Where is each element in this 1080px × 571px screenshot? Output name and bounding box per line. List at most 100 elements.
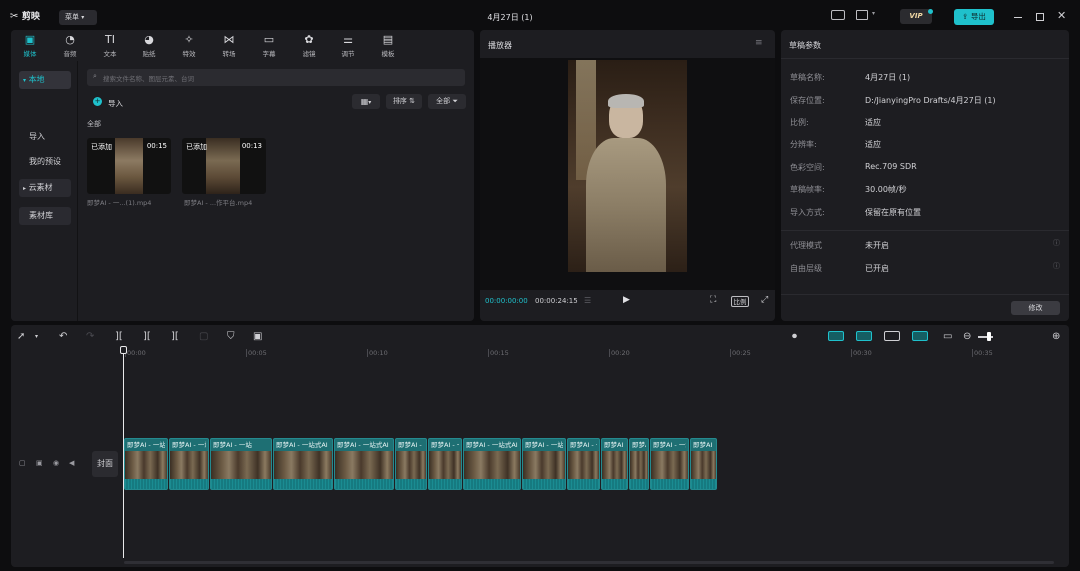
track-lock-icon[interactable]: ▣ — [36, 459, 43, 467]
tab-label: 文本 — [103, 50, 117, 58]
split-left-icon[interactable]: ][ — [143, 331, 151, 343]
prop-label: 分辨率: — [790, 140, 817, 149]
track-mute-video-icon[interactable]: ▢ — [19, 459, 26, 467]
sidebar-item-import[interactable]: 导入 — [19, 128, 71, 146]
marker-icon[interactable]: ⛉ — [227, 331, 235, 343]
export-label: 导出 — [970, 12, 986, 21]
redo-icon[interactable]: ↷ — [86, 331, 94, 343]
timeline-clip[interactable]: 即梦AI - 一站式AI — [273, 438, 333, 490]
select-tool-icon[interactable]: ➚ — [17, 331, 25, 343]
ratio-button[interactable]: 比例 — [731, 296, 749, 307]
tab-text[interactable]: TI 文本 — [94, 33, 126, 58]
help-icon[interactable]: ⓘ — [1053, 261, 1060, 271]
tab-adjust[interactable]: ⚌ 调节 — [332, 33, 364, 58]
tab-audio[interactable]: ◔ 音频 — [54, 33, 86, 58]
timeline-clip[interactable]: 即梦AI - 一站 — [428, 438, 462, 490]
timeline-clip[interactable]: 即梦AI - 一站式AI — [334, 438, 394, 490]
zoom-out-icon[interactable]: ⊖ — [963, 331, 971, 343]
sidebar-item-presets[interactable]: 我的预设 — [19, 153, 71, 171]
search-icon: ⌕ — [93, 72, 97, 80]
undo-icon[interactable]: ↶ — [59, 331, 67, 343]
title-bar: ✂ 剪映 菜单 ▾ 4月27日 (1) ▾ VIP ⇪ 导出 ✕ — [0, 0, 1080, 30]
caption-icon[interactable]: ▭ — [943, 331, 952, 343]
timeline-clip[interactable]: 即梦AI — [690, 438, 717, 490]
chevron-down-icon: ▾ — [81, 14, 85, 21]
zoom-in-icon[interactable]: ⊕ — [1052, 331, 1060, 343]
timeline-clip[interactable]: 即梦AI - 一站 — [395, 438, 427, 490]
timeline-clip[interactable]: 即梦AI - 一站 — [169, 438, 209, 490]
timeline-clip[interactable]: 即梦AI - 一站 — [522, 438, 566, 490]
tab-media[interactable]: ▣ 媒体 — [14, 33, 46, 58]
app-logo: ✂ 剪映 — [10, 9, 40, 22]
track-audio-icon[interactable]: ◀ — [69, 459, 74, 467]
delete-icon[interactable]: ▢ — [199, 331, 208, 343]
link-toggle-icon[interactable] — [828, 331, 844, 341]
timeline-clip[interactable]: 即梦AI - 一站 — [567, 438, 600, 490]
timeline-clip[interactable]: 即梦AI - 一站 — [629, 438, 649, 490]
media-clip-card[interactable]: 已添加 00:15 — [87, 138, 171, 194]
filter-button[interactable]: 全部 ⏷ — [428, 94, 466, 109]
play-icon[interactable]: ▶ — [623, 295, 630, 305]
media-icon: ▣ — [24, 33, 36, 46]
fullscreen-icon[interactable]: ⤢ — [761, 295, 768, 305]
help-icon[interactable]: ⓘ — [1053, 238, 1060, 248]
clip-frames — [335, 451, 393, 479]
modify-button[interactable]: 修改 — [1011, 301, 1060, 315]
portrait-hair — [608, 94, 644, 108]
linkage-icon[interactable] — [912, 331, 928, 341]
ruler-tick: 00:20 — [609, 349, 630, 357]
tab-sticker[interactable]: ◕ 贴纸 — [133, 33, 165, 58]
cover-button[interactable]: 封面 — [92, 451, 118, 477]
snap-toggle-icon[interactable] — [856, 331, 872, 341]
sidebar-item-local[interactable]: ▾ 本地 — [19, 71, 71, 89]
import-plus-icon[interactable]: + — [93, 97, 102, 106]
search-bar[interactable]: ⌕ 搜索文件名称、图层元素、台词 — [87, 69, 465, 86]
clip-thumbnail — [206, 138, 240, 194]
tab-filter[interactable]: ✿ 滤镜 — [293, 33, 325, 58]
media-clip-card[interactable]: 已添加 00:13 — [182, 138, 266, 194]
timeline-clip[interactable]: 即梦AI - 一站 — [124, 438, 168, 490]
timeline-clip[interactable]: 即梦AI - 一站式AI — [463, 438, 521, 490]
timecode-list-icon[interactable]: ☰ — [584, 296, 591, 305]
sidebar-item-cloud[interactable]: ▸ 云素材 — [19, 179, 71, 197]
timeline-scrollbar[interactable] — [124, 561, 1054, 564]
clip-frames — [396, 451, 426, 479]
focus-icon[interactable]: ⛶ — [710, 295, 716, 305]
clip-label: 即梦AI - 一站式AI — [337, 441, 389, 449]
split-right-icon[interactable]: ][ — [171, 331, 179, 343]
tab-transition[interactable]: ⋈ 转场 — [213, 33, 245, 58]
close-icon[interactable]: ✕ — [1057, 9, 1066, 22]
keyboard-shortcut-icon[interactable] — [831, 10, 845, 20]
playhead-handle[interactable] — [120, 346, 127, 354]
timeline-clip[interactable]: 即梦AI — [601, 438, 628, 490]
tab-subtitle[interactable]: ▭ 字幕 — [253, 33, 285, 58]
player-menu-icon[interactable]: ≡ — [755, 38, 763, 48]
view-mode-button[interactable]: ▦▾ — [352, 94, 380, 109]
clip-waveform — [125, 479, 167, 489]
clip-thumbnail — [115, 138, 143, 194]
menu-button[interactable]: 菜单 ▾ — [59, 10, 97, 25]
import-button[interactable]: 导入 — [108, 98, 123, 109]
sidebar-item-label: 云素材 — [28, 183, 53, 192]
sidebar-item-library[interactable]: 素材库 — [19, 207, 71, 225]
chevron-down-icon[interactable]: ▾ — [35, 331, 38, 343]
layout-chevron-icon[interactable]: ▾ — [872, 10, 875, 17]
microphone-icon[interactable]: ⏺ — [792, 331, 797, 343]
tab-template[interactable]: ▤ 模板 — [372, 33, 404, 58]
image-icon[interactable]: ▣ — [253, 331, 262, 343]
tab-effects[interactable]: ✧ 特效 — [173, 33, 205, 58]
timeline-clip[interactable]: 即梦AI - 一站 — [650, 438, 689, 490]
minimize-icon[interactable] — [1014, 17, 1022, 18]
split-icon[interactable]: ][ — [115, 331, 123, 343]
clip-label: 即梦AI - 一站 — [398, 441, 424, 449]
search-input[interactable]: 搜索文件名称、图层元素、台词 — [103, 73, 194, 83]
sort-button[interactable]: 排序 ⇅ — [386, 94, 422, 109]
zoom-slider-handle[interactable] — [987, 332, 991, 341]
track-visibility-icon[interactable]: ◉ — [53, 459, 59, 467]
layout-icon[interactable] — [856, 10, 868, 20]
export-button[interactable]: ⇪ 导出 — [954, 9, 994, 25]
timeline-clip[interactable]: 即梦AI - 一站 — [210, 438, 272, 490]
maximize-icon[interactable] — [1036, 13, 1044, 21]
clip-filename: 即梦AI - ...作平台.mp4 — [184, 199, 253, 207]
preview-axis-icon[interactable] — [884, 331, 900, 341]
